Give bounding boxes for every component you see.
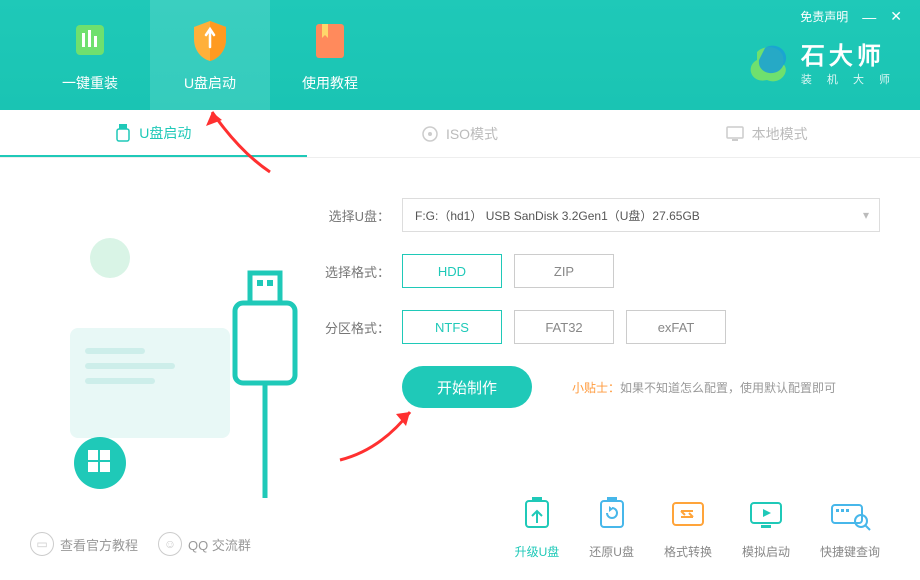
partition-options: NTFS FAT32 exFAT xyxy=(402,310,726,344)
format-options: HDD ZIP xyxy=(402,254,614,288)
select-usb-label: 选择U盘： xyxy=(320,206,390,225)
window-controls: 免责声明 — ✕ xyxy=(800,8,902,25)
tool-simulate-boot-label: 模拟启动 xyxy=(742,543,790,560)
tool-format-convert-label: 格式转换 xyxy=(664,543,712,560)
subtab-usb-label: U盘启动 xyxy=(139,123,191,143)
official-tutorial-label: 查看官方教程 xyxy=(60,535,138,554)
tip-text: 如果不知道怎么配置，使用默认配置即可 xyxy=(620,381,836,395)
mode-subtabs: U盘启动 ISO模式 本地模式 xyxy=(0,110,920,158)
subtab-iso[interactable]: ISO模式 xyxy=(307,110,614,157)
tool-simulate-boot[interactable]: 模拟启动 xyxy=(742,495,790,560)
hotkey-lookup-icon xyxy=(829,495,871,537)
tab-reinstall-label: 一键重装 xyxy=(62,73,118,93)
partition-option-exfat[interactable]: exFAT xyxy=(626,310,726,344)
bars-icon xyxy=(66,17,114,65)
tool-restore-usb-label: 还原U盘 xyxy=(589,543,634,560)
tool-upgrade-usb-label: 升级U盘 xyxy=(515,543,560,560)
partition-option-ntfs[interactable]: NTFS xyxy=(402,310,502,344)
upgrade-usb-icon xyxy=(516,495,558,537)
tab-usb-boot-label: U盘启动 xyxy=(184,73,236,93)
people-icon: ☺ xyxy=(158,532,182,556)
book-icon xyxy=(306,17,354,65)
tab-reinstall[interactable]: 一键重装 xyxy=(30,0,150,110)
restore-usb-icon xyxy=(591,495,633,537)
tab-usb-boot[interactable]: U盘启动 xyxy=(150,0,270,110)
qq-group-link[interactable]: ☺ QQ 交流群 xyxy=(158,532,251,556)
format-label: 选择格式： xyxy=(320,262,390,281)
tool-restore-usb[interactable]: 还原U盘 xyxy=(589,495,634,560)
subtab-usb[interactable]: U盘启动 xyxy=(0,110,307,157)
usb-icon xyxy=(115,124,131,142)
qq-group-label: QQ 交流群 xyxy=(188,535,251,554)
partition-option-fat32[interactable]: FAT32 xyxy=(514,310,614,344)
disclaimer-link[interactable]: 免责声明 xyxy=(800,8,848,25)
format-convert-icon xyxy=(667,495,709,537)
usb-select-value: F:G:（hd1） USB SanDisk 3.2Gen1（U盘）27.65GB xyxy=(415,207,700,224)
brand: 石大师 装 机 大 师 xyxy=(747,36,896,87)
disc-icon xyxy=(422,126,438,142)
shield-icon xyxy=(186,17,234,65)
format-option-zip[interactable]: ZIP xyxy=(514,254,614,288)
usb-select[interactable]: F:G:（hd1） USB SanDisk 3.2Gen1（U盘）27.65GB… xyxy=(402,198,880,232)
official-tutorial-link[interactable]: ▭ 查看官方教程 xyxy=(30,532,138,556)
brand-title: 石大师 xyxy=(801,36,896,71)
monitor-icon xyxy=(726,126,744,142)
start-create-button[interactable]: 开始制作 xyxy=(402,366,532,408)
brand-logo-icon xyxy=(747,40,791,84)
minimize-button[interactable]: — xyxy=(862,9,876,25)
tool-hotkey-lookup[interactable]: 快捷键查询 xyxy=(820,495,880,560)
tool-hotkey-lookup-label: 快捷键查询 xyxy=(820,543,880,560)
tip-text-wrap: 小贴士：如果不知道怎么配置，使用默认配置即可 xyxy=(572,379,836,396)
subtab-local[interactable]: 本地模式 xyxy=(613,110,920,157)
tab-tutorial[interactable]: 使用教程 xyxy=(270,0,390,110)
tool-format-convert[interactable]: 格式转换 xyxy=(664,495,712,560)
format-option-hdd[interactable]: HDD xyxy=(402,254,502,288)
main-panel: 选择U盘： F:G:（hd1） USB SanDisk 3.2Gen1（U盘）2… xyxy=(0,158,920,503)
close-button[interactable]: ✕ xyxy=(890,8,902,25)
bottom-links: ▭ 查看官方教程 ☺ QQ 交流群 xyxy=(30,532,251,556)
bottom-tools: 升级U盘 还原U盘 格式转换 模拟启动 快捷键查询 xyxy=(515,495,880,560)
config-form: 选择U盘： F:G:（hd1） USB SanDisk 3.2Gen1（U盘）2… xyxy=(300,198,880,503)
tip-label: 小贴士： xyxy=(572,381,620,395)
partition-label: 分区格式： xyxy=(320,318,390,337)
book-open-icon: ▭ xyxy=(30,532,54,556)
simulate-boot-icon xyxy=(745,495,787,537)
brand-subtitle: 装 机 大 师 xyxy=(801,71,896,87)
usb-illustration xyxy=(40,198,300,503)
subtab-local-label: 本地模式 xyxy=(752,124,808,144)
subtab-iso-label: ISO模式 xyxy=(446,124,498,144)
app-header: 一键重装 U盘启动 使用教程 免责声明 — ✕ 石大师 装 机 大 师 xyxy=(0,0,920,110)
tab-tutorial-label: 使用教程 xyxy=(302,73,358,93)
tool-upgrade-usb[interactable]: 升级U盘 xyxy=(515,495,560,560)
chevron-down-icon: ▾ xyxy=(863,208,869,222)
header-tab-group: 一键重装 U盘启动 使用教程 xyxy=(0,0,390,110)
